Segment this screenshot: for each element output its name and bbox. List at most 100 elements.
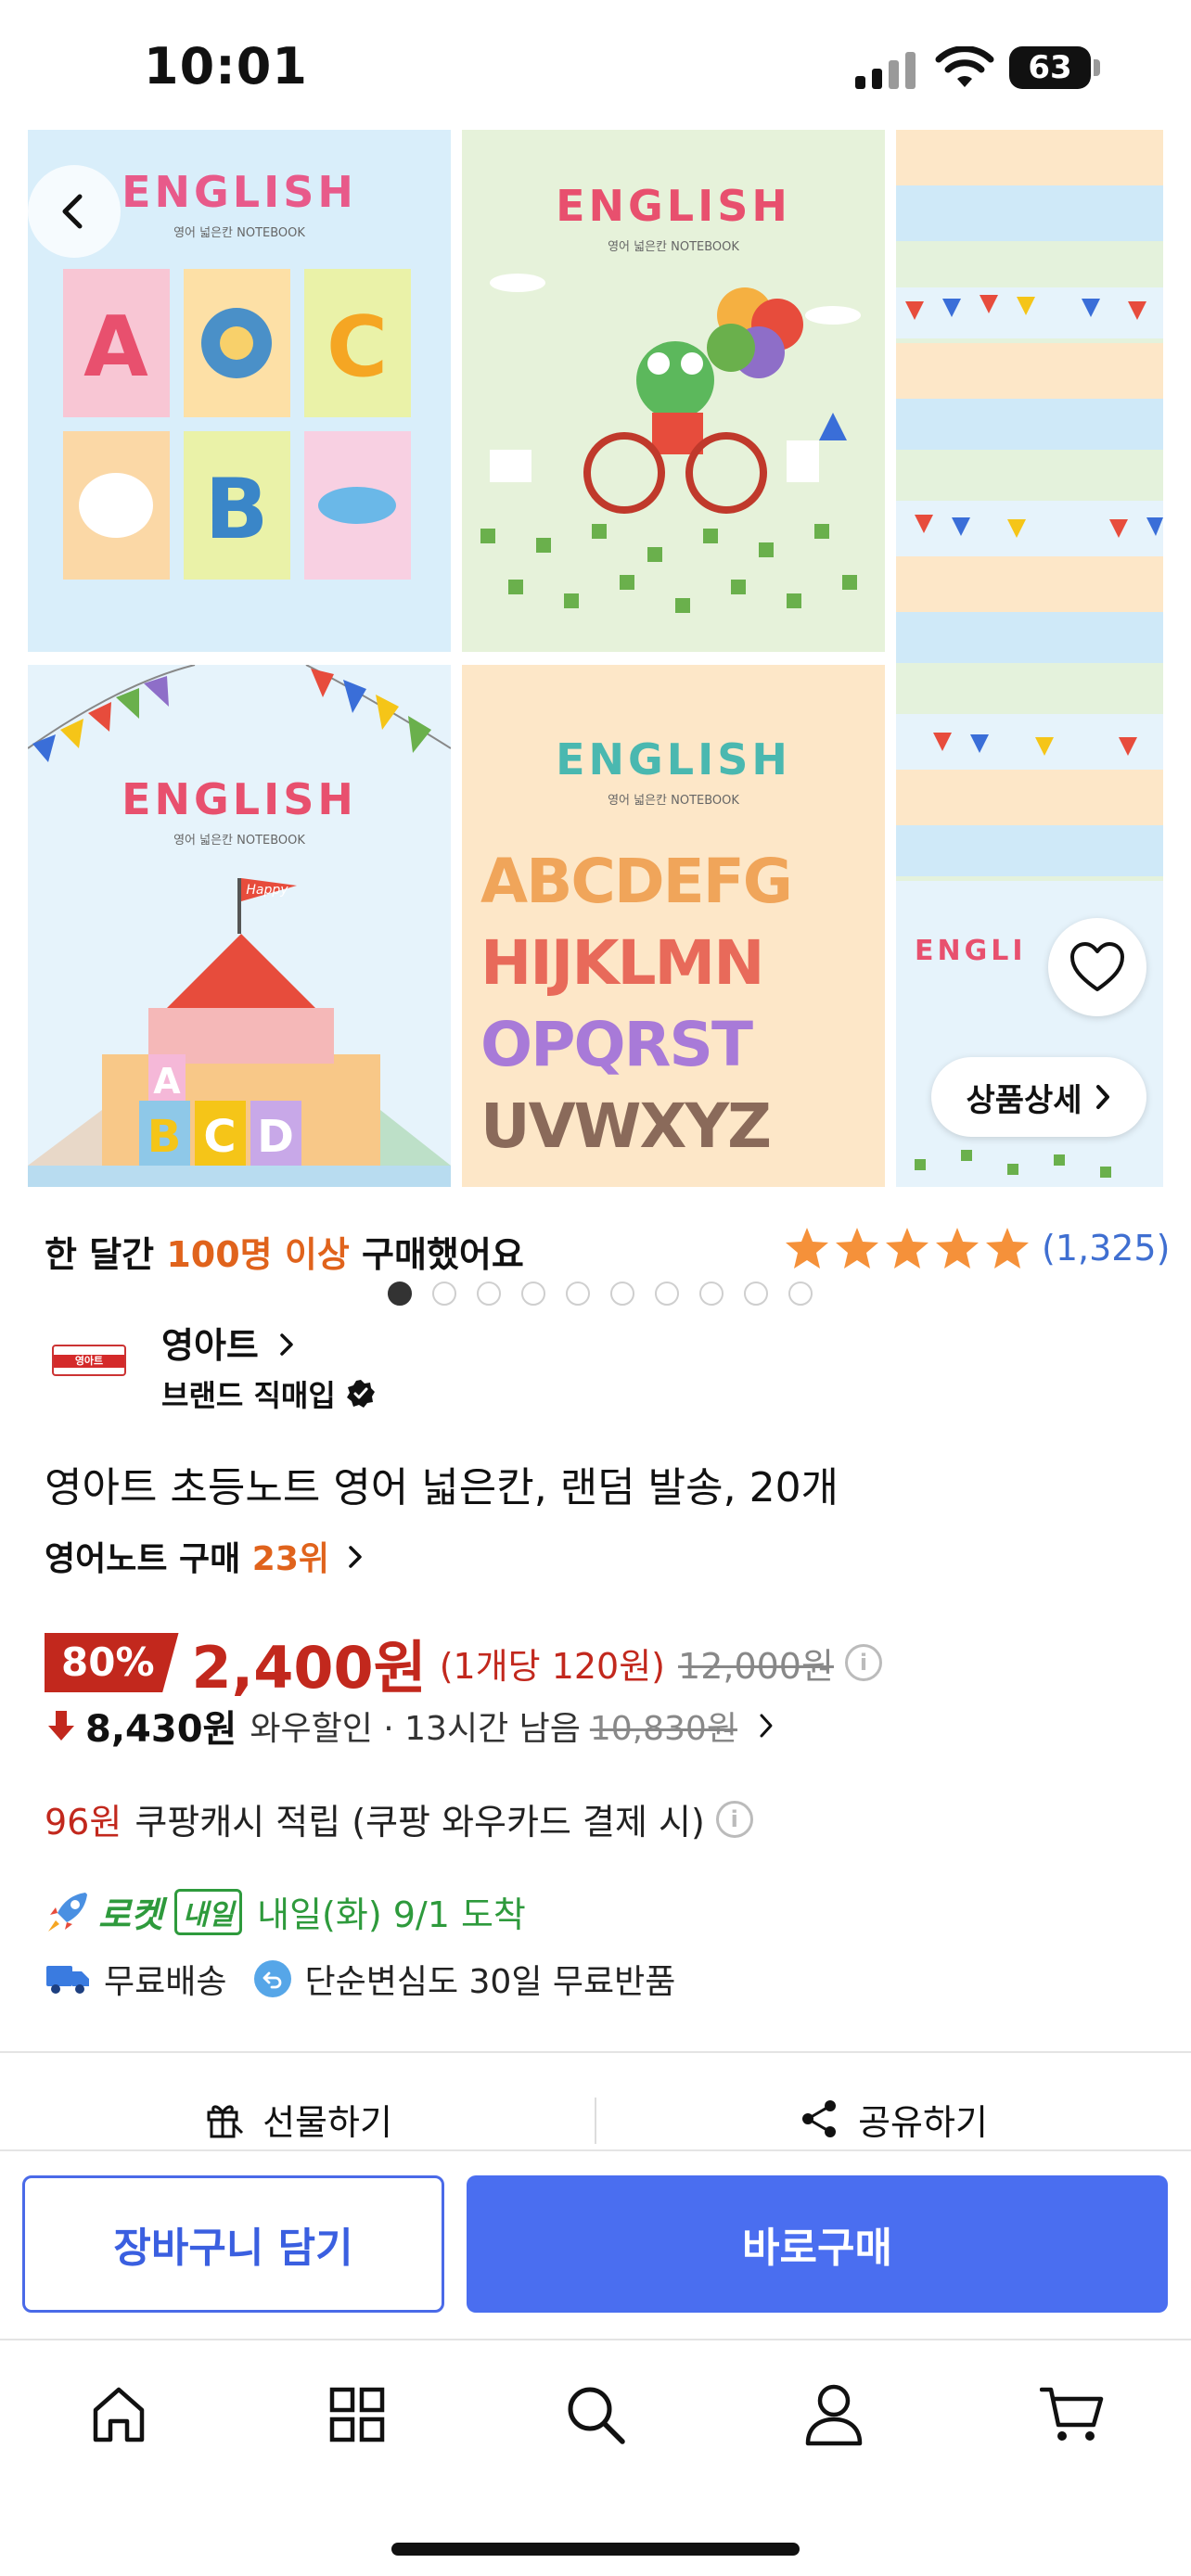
action-separator bbox=[595, 2098, 596, 2144]
add-to-cart-button[interactable]: 장바구니 담기 bbox=[22, 2175, 444, 2313]
heart-icon bbox=[1070, 942, 1124, 991]
brand-logo[interactable]: 영아트 bbox=[52, 1345, 126, 1376]
svg-text:B: B bbox=[205, 461, 269, 558]
status-bar: 10:01 63 bbox=[0, 0, 1191, 130]
product-image-frog-bike[interactable]: ENGLISH 영어 넓은칸 NOTEBOOK bbox=[462, 130, 885, 652]
battery-icon: 63 bbox=[1009, 46, 1102, 89]
gift-button[interactable]: 선물하기 bbox=[0, 2094, 596, 2145]
back-button[interactable] bbox=[28, 165, 121, 258]
buy-now-button[interactable]: 바로구매 bbox=[467, 2175, 1168, 2313]
share-icon bbox=[802, 2100, 837, 2137]
pagination-dot[interactable] bbox=[477, 1282, 501, 1306]
chevron-right-icon bbox=[760, 1714, 773, 1738]
wifi-icon bbox=[935, 46, 994, 87]
flag-text: Happy bbox=[246, 883, 288, 898]
section-divider bbox=[0, 2149, 1191, 2151]
image-subtitle: 영어 넓은칸 NOTEBOOK bbox=[608, 794, 739, 808]
rating-stars bbox=[784, 1226, 1031, 1270]
home-indicator bbox=[391, 2543, 800, 2556]
letter-row: OPQRST bbox=[480, 1009, 753, 1080]
free-returns: 단순변심도 30일 무료반품 bbox=[304, 1963, 676, 2001]
cash-text: 쿠팡캐시 적립 (쿠팡 와우카드 결제 시) bbox=[134, 1802, 705, 1843]
pagination-dot[interactable] bbox=[432, 1282, 456, 1306]
svg-text:B: B bbox=[147, 1111, 182, 1163]
star-icon bbox=[836, 1228, 878, 1269]
cash-amount: 96원 bbox=[45, 1802, 122, 1843]
battery-level: 63 bbox=[1009, 46, 1091, 89]
animal-letters: ABCDEFG HIJKLMN OPQRST UVWXYZ bbox=[480, 841, 870, 1167]
svg-text:C: C bbox=[203, 1111, 236, 1163]
purchase-prefix: 한 달간 bbox=[45, 1234, 167, 1275]
product-image-castle[interactable]: ENGLISH 영어 넓은칸 NOTEBOOK Happy B C D A bbox=[28, 665, 451, 1187]
image-title: ENGLI bbox=[915, 935, 1027, 967]
category-rank-link[interactable]: 영어노트 구매 23위 bbox=[45, 1532, 364, 1580]
pagination-dot[interactable] bbox=[388, 1282, 412, 1306]
price-row: 80% 2,400원 (1개당 120원) 12,000원 i bbox=[45, 1621, 882, 1704]
pagination-dot[interactable] bbox=[699, 1282, 724, 1306]
shipping-row: 무료배송 단순변심도 30일 무료반품 bbox=[45, 1955, 675, 2003]
wow-original-price: 10,830원 bbox=[589, 1710, 737, 1748]
cellular-signal-icon bbox=[855, 52, 916, 89]
star-icon bbox=[886, 1228, 928, 1269]
share-button[interactable]: 공유하기 bbox=[596, 2094, 1191, 2145]
pagination-dot[interactable] bbox=[788, 1282, 813, 1306]
image-subtitle: 영어 넓은칸 NOTEBOOK bbox=[608, 240, 739, 254]
return-icon bbox=[254, 1960, 292, 1997]
coupang-cash-row: 96원 쿠팡캐시 적립 (쿠팡 와우카드 결제 시) i bbox=[45, 1793, 753, 1844]
letter-row: ABCDEFG bbox=[480, 846, 793, 917]
product-image-animal-alphabet[interactable]: ENGLISH 영어 넓은칸 NOTEBOOK ABCDEFG HIJKLMN … bbox=[462, 665, 885, 1187]
arrow-down-icon bbox=[48, 1711, 74, 1741]
rank-number: 23위 bbox=[251, 1540, 330, 1578]
wow-label: 와우할인 · 13시간 남음 bbox=[250, 1710, 581, 1748]
price-info-icon[interactable]: i bbox=[844, 1644, 882, 1681]
tab-my-page[interactable] bbox=[797, 2378, 871, 2452]
wow-price: 8,430원 bbox=[85, 1708, 237, 1751]
cash-info-icon[interactable]: i bbox=[715, 1800, 753, 1838]
review-count[interactable]: (1,325) bbox=[1042, 1228, 1170, 1269]
rocket-delivery-row: 로켓 내일 내일(화) 9/1 도착 bbox=[45, 1886, 526, 1937]
pagination-dot[interactable] bbox=[655, 1282, 679, 1306]
brand-logo-text: 영아트 bbox=[74, 1355, 104, 1367]
pagination-dot[interactable] bbox=[521, 1282, 545, 1306]
gift-label: 선물하기 bbox=[263, 2101, 392, 2143]
bottom-tab-bar bbox=[0, 2339, 1191, 2478]
letter-cards-illustration: A C B bbox=[63, 269, 411, 580]
gift-icon bbox=[207, 2105, 244, 2138]
wow-discount-row[interactable]: 8,430원 와우할인 · 13시간 남음 10,830원 bbox=[45, 1699, 775, 1753]
grid-icon bbox=[329, 2387, 385, 2442]
brand-name-link[interactable]: 영아트 bbox=[161, 1317, 295, 1368]
rating[interactable]: (1,325) bbox=[784, 1226, 1170, 1270]
chevron-right-icon bbox=[280, 1333, 293, 1356]
product-detail-button[interactable]: 상품상세 bbox=[931, 1057, 1146, 1137]
user-icon bbox=[805, 2384, 863, 2446]
star-icon bbox=[936, 1228, 979, 1269]
product-detail-label: 상품상세 bbox=[966, 1081, 1082, 1119]
tab-cart[interactable] bbox=[1035, 2378, 1109, 2452]
star-icon bbox=[786, 1228, 828, 1269]
letter-row: UVWXYZ bbox=[480, 1090, 772, 1162]
product-image-partial[interactable]: ENGLI bbox=[896, 130, 1163, 1187]
wishlist-button[interactable] bbox=[1048, 918, 1146, 1016]
chevron-right-icon bbox=[348, 1546, 362, 1568]
sale-price: 2,400원 bbox=[191, 1634, 427, 1702]
svg-text:D: D bbox=[257, 1111, 294, 1163]
truck-icon bbox=[46, 1966, 89, 1994]
tab-categories[interactable] bbox=[320, 2378, 394, 2452]
image-title: ENGLISH bbox=[556, 734, 791, 784]
product-image-gallery[interactable]: ENGLISH 영어 넓은칸 NOTEBOOK A C B ENGLISH 영어… bbox=[28, 130, 1163, 1306]
castle-illustration: Happy B C D A bbox=[28, 878, 451, 1187]
pagination-dot[interactable] bbox=[744, 1282, 768, 1306]
brand-name: 영아트 bbox=[161, 1325, 259, 1366]
svg-text:A: A bbox=[83, 299, 148, 396]
status-time: 10:01 bbox=[144, 37, 308, 96]
purchase-count-text: 한 달간 100명 이상 구매했어요 bbox=[45, 1226, 524, 1277]
frog-bike-illustration bbox=[480, 274, 861, 613]
tomorrow-badge: 내일 bbox=[173, 1888, 243, 1935]
image-title: ENGLISH bbox=[556, 181, 791, 231]
pagination-dot[interactable] bbox=[610, 1282, 634, 1306]
tab-home[interactable] bbox=[82, 2378, 156, 2452]
pagination-dot[interactable] bbox=[566, 1282, 590, 1306]
product-title: 영아트 초등노트 영어 넓은칸, 랜덤 발송, 20개 bbox=[45, 1464, 839, 1511]
star-icon bbox=[986, 1228, 1029, 1269]
tab-search[interactable] bbox=[558, 2378, 633, 2452]
